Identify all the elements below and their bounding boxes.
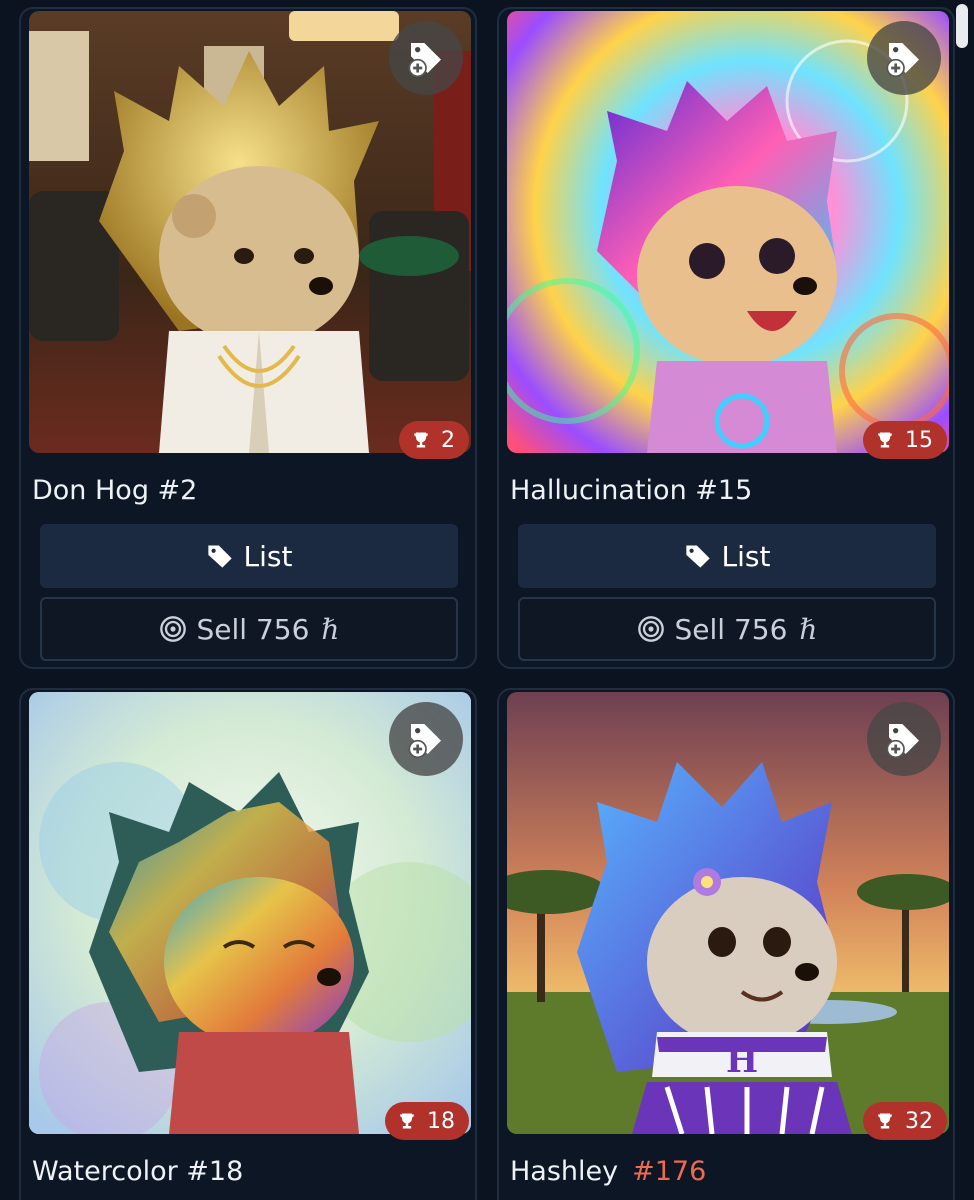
sell-button[interactable]: Sell 756 ℏ xyxy=(40,597,458,661)
tag-plus-icon xyxy=(886,43,919,78)
target-icon xyxy=(637,616,664,642)
trophy-icon xyxy=(878,1113,892,1129)
trophy-badge: 18 xyxy=(385,1102,469,1140)
add-tag-button[interactable] xyxy=(867,702,941,776)
nft-title: Hashley #176 xyxy=(510,1156,706,1187)
trophy-icon xyxy=(878,432,892,448)
list-label: List xyxy=(243,539,293,573)
sell-label: Sell 756 xyxy=(196,612,310,646)
trophy-count: 32 xyxy=(905,1108,933,1134)
list-label: List xyxy=(721,539,771,573)
svg-text:H: H xyxy=(726,1041,758,1081)
nft-card[interactable]: 18 Watercolor #18 xyxy=(19,688,477,1200)
nft-card[interactable]: H 32 Hashley #176 xyxy=(497,688,955,1200)
target-icon xyxy=(159,616,186,642)
trophy-badge: 15 xyxy=(863,421,947,459)
hbar-symbol: ℏ xyxy=(321,612,340,646)
nft-title: Don Hog #2 xyxy=(32,475,198,506)
tag-icon xyxy=(207,545,232,568)
add-tag-button[interactable] xyxy=(867,21,941,95)
trophy-icon xyxy=(414,432,428,448)
nft-title-name: Hashley xyxy=(510,1156,619,1187)
trophy-icon xyxy=(400,1113,414,1129)
nft-grid: 2 Don Hog #2 List Sell 756 ℏ 15 Hallucin… xyxy=(0,0,974,1200)
trophy-badge: 32 xyxy=(863,1102,947,1140)
sell-label: Sell 756 xyxy=(674,612,788,646)
sell-button[interactable]: Sell 756 ℏ xyxy=(518,597,936,661)
nft-title: Watercolor #18 xyxy=(32,1156,244,1187)
add-tag-button[interactable] xyxy=(389,21,463,95)
nft-title: Hallucination #15 xyxy=(510,475,753,506)
trophy-badge: 2 xyxy=(399,421,469,459)
trophy-count: 15 xyxy=(905,427,933,453)
tag-plus-icon xyxy=(408,43,441,78)
scrollbar-thumb[interactable] xyxy=(956,4,968,48)
list-button[interactable]: List xyxy=(40,524,458,588)
tag-plus-icon xyxy=(886,724,919,759)
tag-plus-icon xyxy=(408,724,441,759)
tag-icon xyxy=(685,545,710,568)
nft-card[interactable]: 2 Don Hog #2 List Sell 756 ℏ xyxy=(19,7,477,669)
trophy-count: 2 xyxy=(441,427,455,453)
nft-card[interactable]: 15 Hallucination #15 List Sell 756 ℏ xyxy=(497,7,955,669)
add-tag-button[interactable] xyxy=(389,702,463,776)
hbar-symbol: ℏ xyxy=(799,612,818,646)
trophy-count: 18 xyxy=(427,1108,455,1134)
list-button[interactable]: List xyxy=(518,524,936,588)
nft-title-number: #176 xyxy=(632,1156,707,1187)
